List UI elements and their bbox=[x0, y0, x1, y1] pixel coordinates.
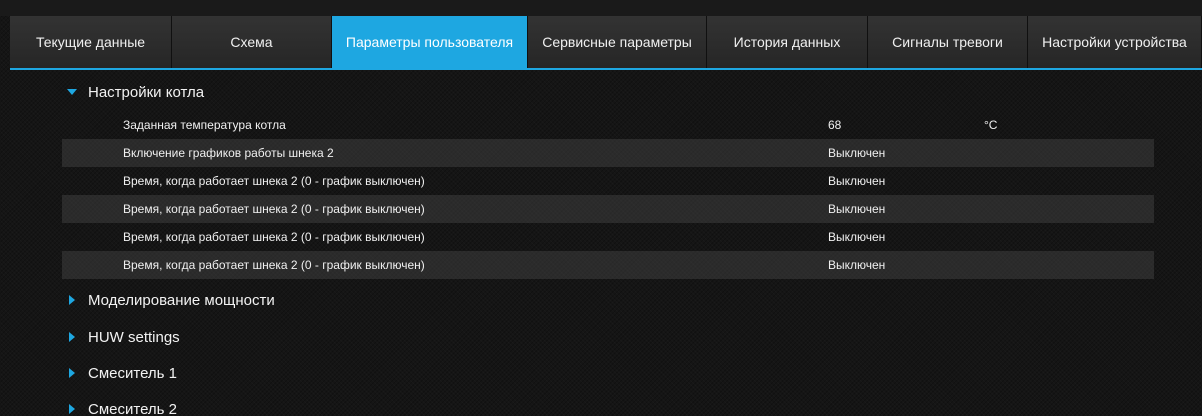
parameter-row[interactable]: Заданная температура котла 68 °C bbox=[62, 111, 1154, 139]
parameter-list: Заданная температура котла 68 °C Включен… bbox=[62, 111, 1154, 279]
section-boiler-settings[interactable]: Настройки котла bbox=[66, 77, 204, 107]
section-title: Моделирование мощности bbox=[88, 291, 275, 309]
caret-right-icon bbox=[66, 367, 78, 379]
parameter-label: Время, когда работает шнека 2 (0 - графи… bbox=[123, 258, 425, 272]
tab-service-parameters[interactable]: Сервисные параметры bbox=[528, 16, 707, 68]
parameter-row[interactable]: Время, когда работает шнека 2 (0 - графи… bbox=[62, 251, 1154, 279]
parameter-row[interactable]: Время, когда работает шнека 2 (0 - графи… bbox=[62, 167, 1154, 195]
tab-bar: Текущие данные Схема Параметры пользоват… bbox=[10, 16, 1202, 68]
parameter-label: Заданная температура котла bbox=[123, 118, 286, 132]
tab-scheme[interactable]: Схема bbox=[172, 16, 332, 68]
parameter-unit: °C bbox=[984, 118, 998, 132]
section-mixer-1[interactable]: Смеситель 1 bbox=[66, 358, 177, 388]
section-huw-settings[interactable]: HUW settings bbox=[66, 322, 180, 352]
tab-underline bbox=[10, 68, 1202, 70]
parameter-label: Время, когда работает шнека 2 (0 - графи… bbox=[123, 174, 425, 188]
tab-data-history[interactable]: История данных bbox=[707, 16, 868, 68]
parameter-row[interactable]: Время, когда работает шнека 2 (0 - графи… bbox=[62, 195, 1154, 223]
caret-right-icon bbox=[66, 294, 78, 306]
section-title: HUW settings bbox=[88, 328, 180, 346]
section-title: Смеситель 2 bbox=[88, 400, 177, 416]
tab-device-settings[interactable]: Настройки устройства bbox=[1028, 16, 1202, 68]
parameter-row[interactable]: Время, когда работает шнека 2 (0 - графи… bbox=[62, 223, 1154, 251]
section-mixer-2[interactable]: Смеситель 2 bbox=[66, 394, 177, 416]
section-power-modeling[interactable]: Моделирование мощности bbox=[66, 285, 275, 315]
section-title: Настройки котла bbox=[88, 83, 205, 101]
parameter-row[interactable]: Включение графиков работы шнека 2 Выключ… bbox=[62, 139, 1154, 167]
tab-user-parameters[interactable]: Параметры пользователя bbox=[332, 16, 528, 68]
parameter-label: Включение графиков работы шнека 2 bbox=[123, 146, 334, 160]
caret-right-icon bbox=[66, 403, 78, 415]
parameter-label: Время, когда работает шнека 2 (0 - графи… bbox=[123, 202, 425, 216]
caret-right-icon bbox=[66, 331, 78, 343]
tab-current-data[interactable]: Текущие данные bbox=[10, 16, 172, 68]
section-title: Смеситель 1 bbox=[88, 364, 177, 382]
tab-alarms[interactable]: Сигналы тревоги bbox=[868, 16, 1028, 68]
page: Текущие данные Схема Параметры пользоват… bbox=[0, 0, 1202, 416]
parameter-label: Время, когда работает шнека 2 (0 - графи… bbox=[123, 230, 425, 244]
caret-down-icon bbox=[66, 86, 78, 98]
top-bar bbox=[0, 0, 1202, 16]
